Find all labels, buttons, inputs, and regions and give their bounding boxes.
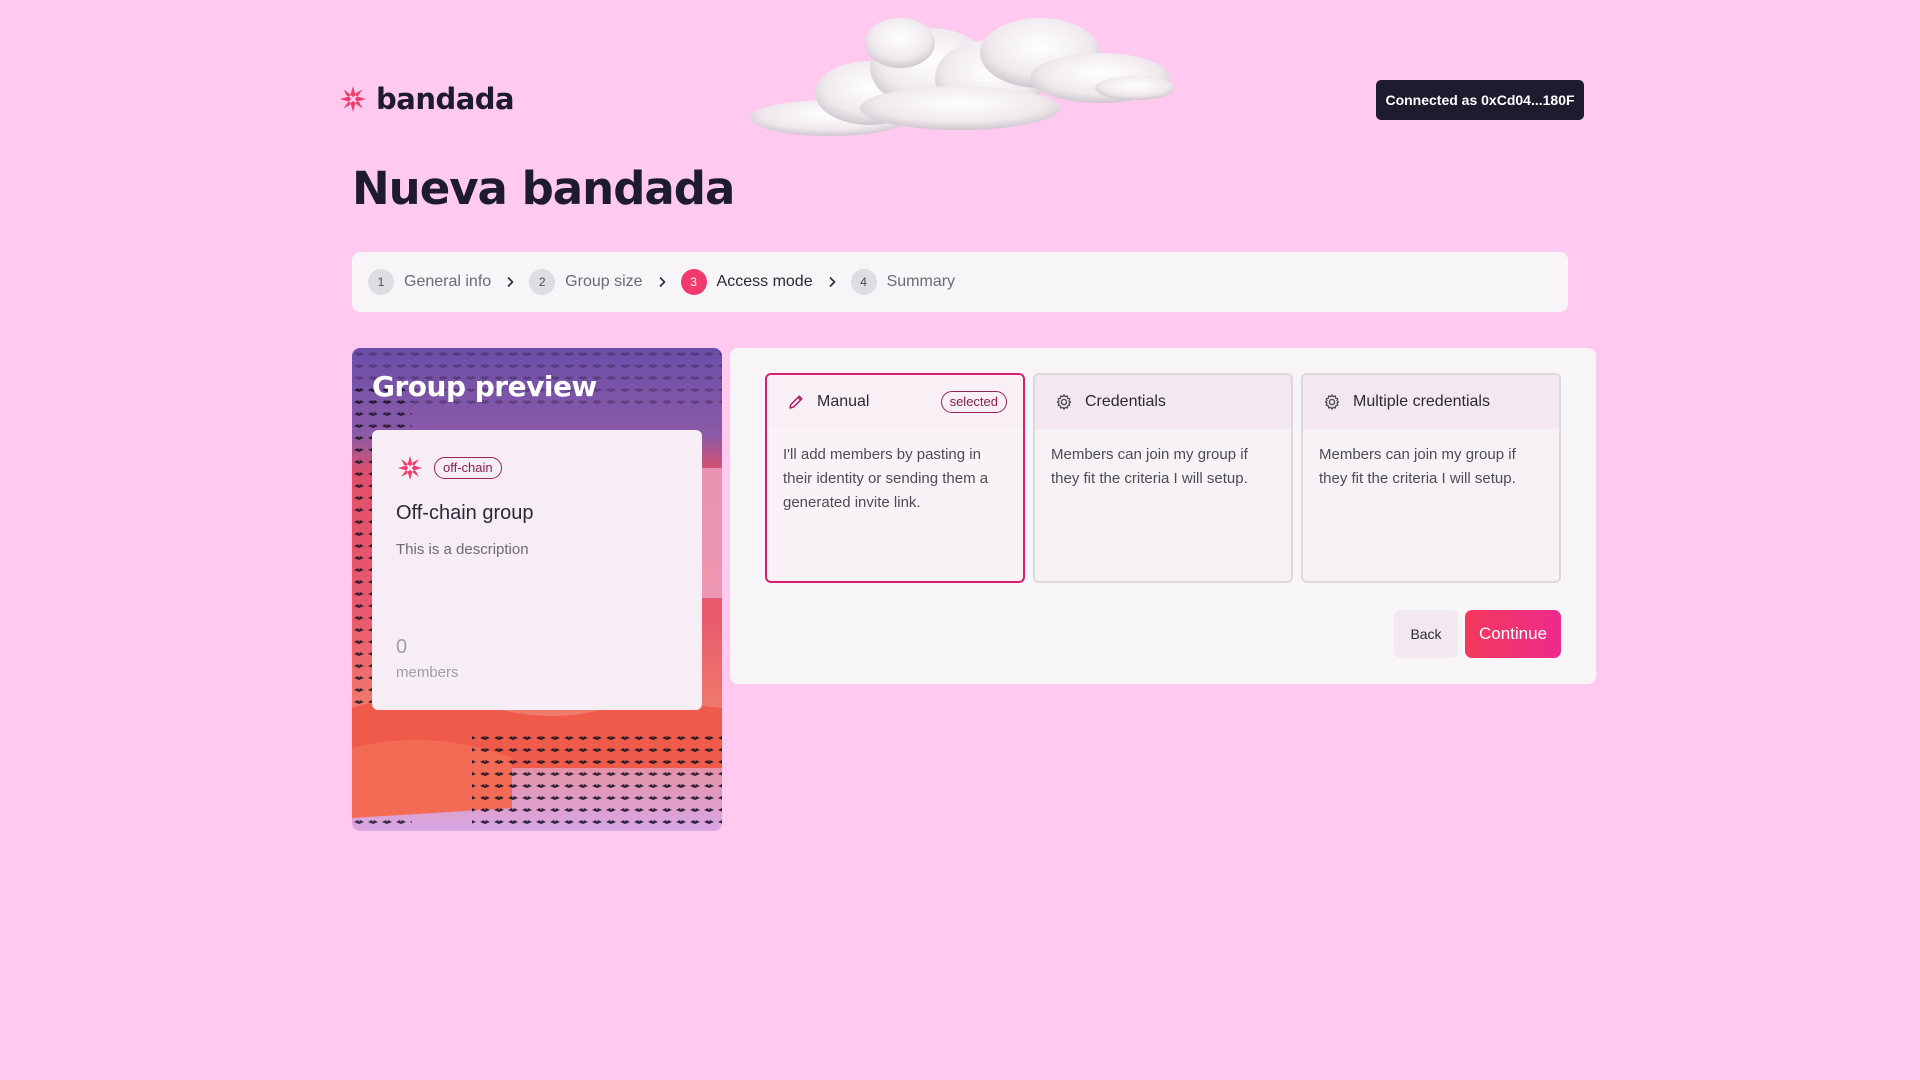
- group-preview: Group preview off-chain Off-chain group …: [352, 348, 722, 831]
- step-number: 1: [368, 269, 394, 295]
- member-count-label: members: [396, 664, 459, 681]
- step-group-size[interactable]: 2 Group size: [529, 269, 643, 295]
- access-option-manual[interactable]: Manual selected I'll add members by past…: [765, 373, 1025, 583]
- step-number: 2: [529, 269, 556, 295]
- option-description: Members can join my group if they fit th…: [1319, 446, 1516, 487]
- connected-wallet-button[interactable]: Connected as 0xCd04...180F: [1376, 80, 1584, 120]
- chevron-right-icon: [491, 276, 529, 288]
- group-preview-card: off-chain Off-chain group This is a desc…: [372, 430, 702, 710]
- selected-badge: selected: [940, 391, 1007, 413]
- step-label: General info: [404, 273, 492, 290]
- logo-icon: [397, 455, 423, 481]
- preview-title: Group preview: [372, 370, 597, 403]
- member-count: 0: [396, 636, 408, 658]
- option-description: Members can join my group if they fit th…: [1051, 446, 1248, 487]
- access-option-credentials[interactable]: Credentials Members can join my group if…: [1033, 373, 1293, 583]
- option-title: Multiple credentials: [1353, 393, 1490, 410]
- continue-button[interactable]: Continue: [1465, 610, 1561, 658]
- option-title: Credentials: [1085, 393, 1166, 410]
- step-label: Summary: [886, 273, 956, 290]
- step-number: 4: [850, 269, 877, 295]
- off-chain-badge: off-chain: [434, 457, 502, 479]
- chevron-right-icon: [643, 276, 681, 288]
- stepper: 1 General info 2 Group size 3 Access mod…: [352, 252, 1568, 312]
- step-label: Access mode: [716, 273, 813, 290]
- logo-icon: [340, 86, 366, 112]
- back-button[interactable]: Back: [1394, 610, 1458, 658]
- access-option-multiple-credentials[interactable]: Multiple credentials Members can join my…: [1301, 373, 1561, 583]
- step-summary[interactable]: 4 Summary: [850, 269, 956, 295]
- logo-text: bandada: [376, 82, 515, 116]
- access-mode-panel: Manual selected I'll add members by past…: [730, 348, 1596, 684]
- chevron-right-icon: [813, 276, 851, 288]
- group-description: This is a description: [396, 541, 529, 558]
- option-description: I'll add members by pasting in their ide…: [783, 446, 989, 511]
- gear-icon: [1324, 394, 1340, 410]
- option-title: Manual: [817, 393, 870, 410]
- step-number: 3: [680, 269, 707, 295]
- gear-icon: [1056, 394, 1072, 410]
- step-general-info[interactable]: 1 General info: [368, 269, 491, 295]
- bandada-logo[interactable]: bandada: [338, 82, 515, 116]
- page-title: Nueva bandada: [352, 162, 735, 215]
- step-access-mode[interactable]: 3 Access mode: [680, 269, 813, 295]
- group-name: Off-chain group: [396, 502, 534, 524]
- cloud-illustration: [750, 18, 1175, 136]
- pencil-icon: [789, 395, 803, 409]
- step-label: Group size: [565, 273, 643, 290]
